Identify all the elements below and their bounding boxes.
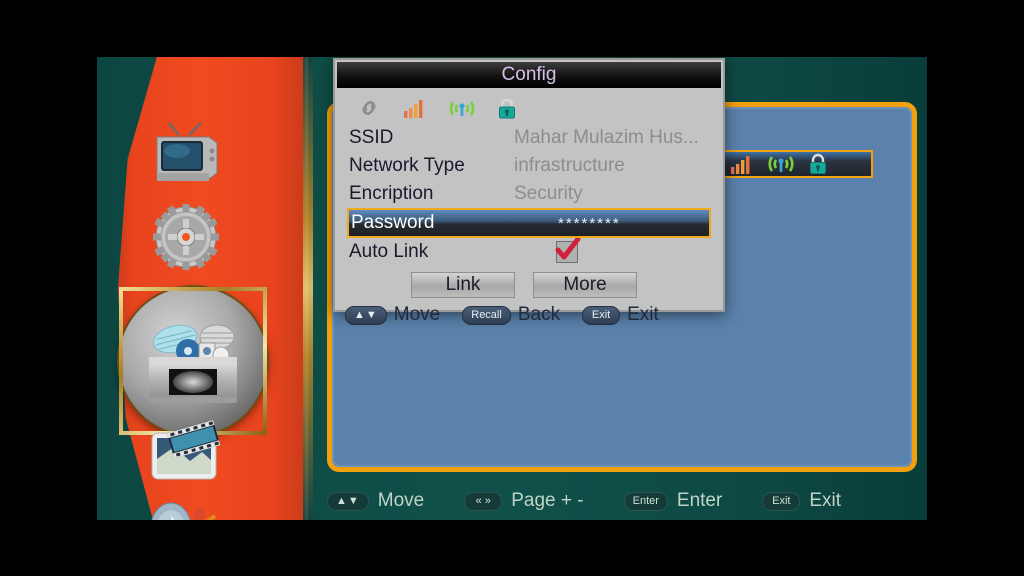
field-password[interactable]: Password ******** [347,208,711,238]
lock-icon [808,153,828,175]
dialog-icon-row [335,88,723,124]
gear-icon [150,201,222,273]
signal-bars-icon [403,99,427,118]
status-bar: ▲▼ Move « » Page + - Enter Enter Exit Ex… [327,482,927,520]
field-ssid[interactable]: SSID Mahar Mulazim Hus... [349,124,709,152]
auto-link-checkbox[interactable] [555,238,581,263]
sidebar-item-installation[interactable] [143,487,229,520]
field-network-type[interactable]: Network Type infrastructure [349,152,709,180]
status-label-page: Page + - [511,490,584,511]
satellite-dish-icon [145,496,227,520]
page-arrows-icon: « » [464,491,503,511]
field-label-password: Password [351,212,435,233]
updown-arrows-icon: ▲▼ [327,491,369,511]
dialog-title: Config [337,62,721,88]
screen: nfig / Config [0,0,1024,576]
sidebar-gold-arc [303,57,313,520]
signal-bars-icon [730,154,754,174]
dialog-hint-label-move: Move [393,304,441,325]
media-box-icon [141,313,245,409]
dialog-hint-label-exit: Exit [627,304,659,325]
sidebar-item-photos[interactable] [143,412,229,492]
status-item-exit[interactable]: Exit Exit [762,490,841,512]
field-label-network-type: Network Type [349,155,465,176]
status-label-exit: Exit [809,490,842,511]
status-item-page[interactable]: « » Page + - [464,490,584,512]
status-item-enter[interactable]: Enter Enter [623,490,723,512]
more-button[interactable]: More [533,272,637,298]
exit-key-icon: Exit [762,491,801,511]
sidebar-item-tv[interactable] [143,115,229,195]
dialog-hint-move[interactable]: ▲▼ Move [345,304,440,326]
photo-film-icon [146,419,226,485]
config-dialog: Config SSID Mahar Mulazim Hus... Network… [333,58,725,325]
field-label-auto-link: Auto Link [349,241,429,262]
sidebar-item-settings[interactable] [143,197,229,277]
link-icon [357,99,381,117]
status-item-move[interactable]: ▲▼ Move [327,490,424,512]
dialog-hint-exit[interactable]: Exit Exit [582,304,659,326]
dialog-body: SSID Mahar Mulazim Hus... Network Type i… [335,124,723,302]
field-value-ssid: Mahar Mulazim Hus... [514,127,699,148]
field-encription[interactable]: Encription Security [349,180,709,208]
wifi-icon [449,98,475,119]
link-button[interactable]: Link [411,272,515,298]
dialog-buttons: Link More [349,266,709,302]
wifi-icon [768,153,794,175]
recall-key-icon: Recall [462,305,511,325]
field-value-encription: Security [514,183,583,204]
exit-key-icon: Exit [582,305,621,325]
sidebar [97,57,327,520]
enter-key-icon: Enter [623,491,668,511]
tv-icon [149,121,223,189]
network-list-row-selected[interactable] [718,150,873,178]
dialog-hint-back[interactable]: Recall Back [462,304,560,326]
lock-icon [497,98,517,119]
field-label-encription: Encription [349,183,434,204]
field-auto-link[interactable]: Auto Link [349,238,709,266]
field-value-password: ******** [558,214,621,232]
status-label-enter: Enter [676,490,723,511]
field-value-network-type: infrastructure [514,155,625,176]
field-label-ssid: SSID [349,127,394,148]
status-label-move: Move [377,490,425,511]
dialog-hint-label-back: Back [517,304,561,325]
updown-arrows-icon: ▲▼ [345,305,387,325]
dialog-footer: ▲▼ Move Recall Back Exit Exit [335,302,723,328]
